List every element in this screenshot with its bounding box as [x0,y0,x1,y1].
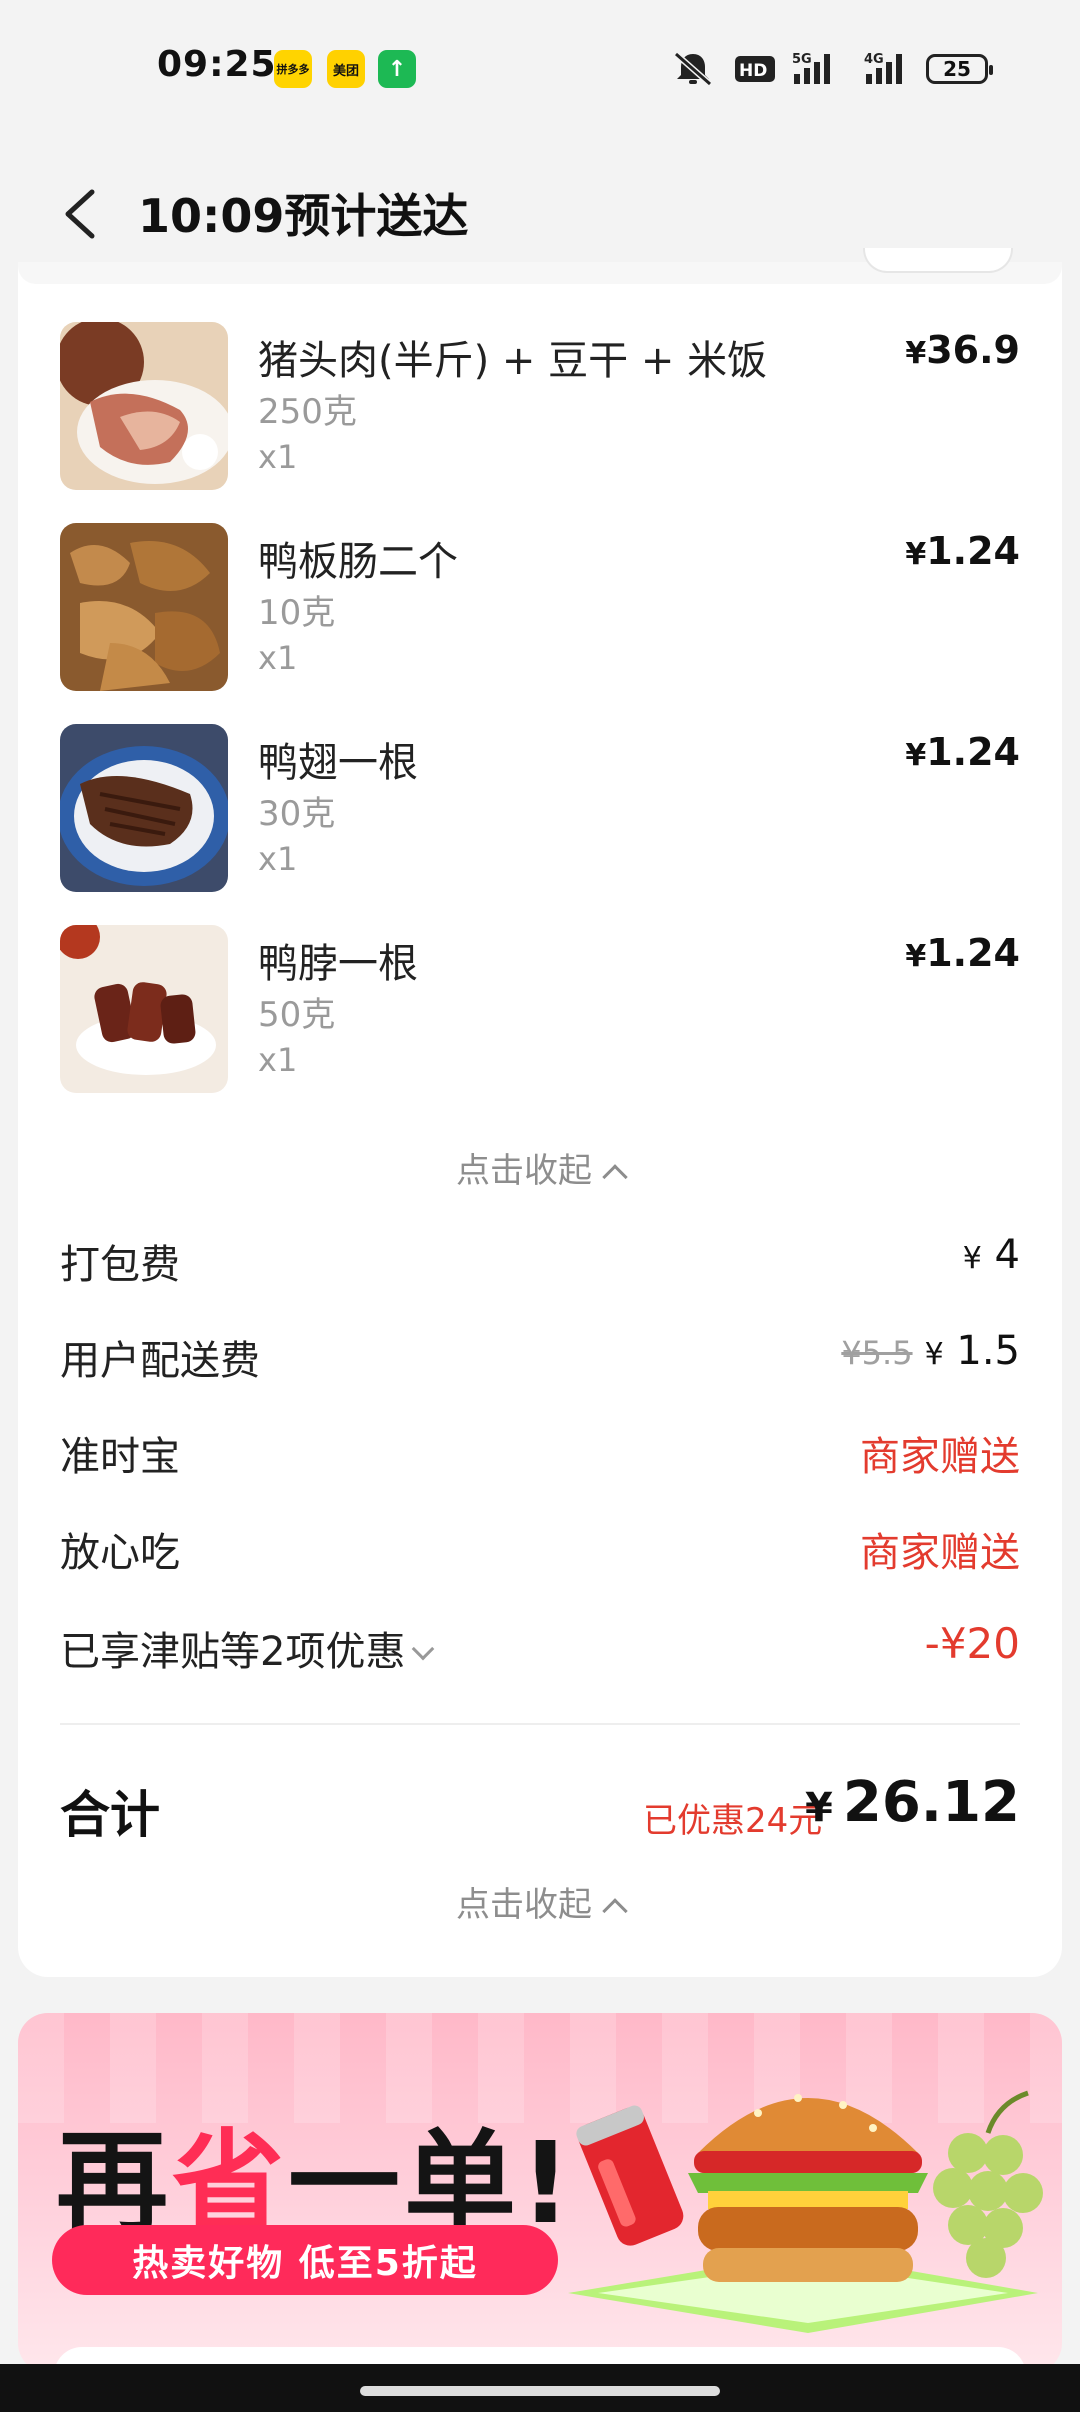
product-spec: 250克 [258,392,357,432]
order-card [18,262,1062,1977]
hd-icon: HD [735,56,775,82]
fee-value: ¥ 4 [963,1232,1020,1278]
product-image [60,925,228,1093]
back-button[interactable] [58,184,102,244]
page-header: 10:09预计送达 [0,140,1080,262]
currency-symbol: ¥ [962,1241,982,1276]
list-item[interactable]: 鸭脖一根 50克 x1 ¥1.24 [60,925,1020,1095]
svg-text:HD: HD [739,61,767,81]
currency-symbol: ¥ [905,939,927,974]
discount-label-text: 已享津贴等2项优惠 [60,1629,406,1675]
fee-value: ¥5.5 ¥ 1.5 [841,1328,1020,1374]
price-value: 1.24 [926,529,1020,573]
packing-fee-amount: 4 [994,1232,1020,1278]
svg-text:5G: 5G [792,52,812,67]
page-title: 10:09预计送达 [138,189,469,243]
product-name: 鸭脖一根 [258,941,418,987]
chevron-up-icon [602,1898,628,1924]
product-price: ¥1.24 [905,931,1020,975]
product-name: 鸭翅一根 [258,740,418,786]
fee-value: 商家赠送 [860,1434,1020,1480]
product-spec: 30克 [258,794,336,834]
discount-label[interactable]: 已享津贴等2项优惠 [60,1619,435,1677]
product-spec: 10克 [258,593,336,633]
hidden-button-edge [863,248,1013,273]
system-nav-bar [0,2364,1080,2412]
divider [60,1723,1020,1725]
total-label: 合计 [60,1786,160,1844]
chevron-up-icon [602,1164,628,1190]
delivery-fee-amount: 1.5 [956,1328,1020,1374]
list-item[interactable]: 鸭板肠二个 10克 x1 ¥1.24 [60,523,1020,693]
product-spec: 50克 [258,995,336,1035]
collapse-label: 点击收起 [456,1885,592,1925]
saved-amount: 已优惠24元 [643,1801,823,1841]
fee-label: 放心吃 [60,1530,180,1576]
collapse-label: 点击收起 [456,1151,592,1191]
list-item[interactable]: 猪头肉(半斤) + 豆干 + 米饭 250克 x1 ¥36.9 [60,322,1020,492]
collapse-items-button[interactable]: 点击收起 [0,1143,1080,1192]
delivery-fee-row: 用户配送费 ¥5.5 ¥ 1.5 [60,1328,1020,1388]
product-price: ¥1.24 [905,529,1020,573]
meituan-app-icon: 美团 [327,50,365,88]
currency-symbol: ¥ [924,1337,944,1372]
currency-symbol: ¥ [905,336,927,371]
5g-signal-icon: 5G [792,52,830,84]
packing-fee-row: 打包费 ¥ 4 [60,1232,1020,1292]
burger-illustration [568,2090,1043,2333]
product-name: 鸭板肠二个 [258,539,458,585]
home-gesture-handle[interactable] [360,2386,720,2396]
price-value: 1.24 [926,931,1020,975]
product-image [60,724,228,892]
status-bar: 09:25 拼多多 美团 ↑ HD 5G 4G 25 [0,0,1080,140]
pinduoduo-app-icon: 拼多多 [274,50,312,88]
collapse-details-button[interactable]: 点击收起 [0,1877,1080,1926]
ontime-row: 准时宝 商家赠送 [60,1424,1020,1484]
product-image [60,523,228,691]
discount-value: -¥20 [924,1619,1020,1668]
currency-symbol: ¥ [905,537,927,572]
discount-row[interactable]: 已享津贴等2项优惠 -¥20 [60,1619,1020,1679]
fee-value: 商家赠送 [860,1530,1020,1576]
currency-symbol: ¥ [905,738,927,773]
mute-icon [674,51,712,86]
chevron-down-icon [412,1637,435,1661]
product-price: ¥1.24 [905,730,1020,774]
promo-banner[interactable]: 再省一单! 热卖好物 低至5折起 [18,2013,1062,2373]
product-quantity: x1 [258,840,298,878]
original-delivery-fee: ¥5.5 [841,1334,913,1372]
4g-signal-icon: 4G [864,52,902,84]
banner-subtitle: 热卖好物 低至5折起 [52,2225,558,2295]
battery-icon: 25 [926,54,993,84]
fee-label: 准时宝 [60,1434,180,1480]
svg-text:4G: 4G [864,52,884,67]
product-image [60,322,228,490]
price-value: 36.9 [926,328,1020,372]
total-value: ¥26.12 [805,1770,1020,1835]
list-item[interactable]: 鸭翅一根 30克 x1 ¥1.24 [60,724,1020,894]
product-quantity: x1 [258,639,298,677]
food-safety-row: 放心吃 商家赠送 [60,1520,1020,1580]
upload-app-icon: ↑ [378,50,416,88]
total-amount: 26.12 [842,1770,1020,1835]
product-name: 猪头肉(半斤) + 豆干 + 米饭 [258,338,768,384]
price-value: 1.24 [926,730,1020,774]
product-quantity: x1 [258,438,298,476]
status-time: 09:25 [157,44,277,85]
currency-symbol: ¥ [805,1785,833,1831]
product-price: ¥36.9 [905,328,1020,372]
product-quantity: x1 [258,1041,298,1079]
fee-label: 用户配送费 [60,1338,260,1384]
fee-label: 打包费 [60,1242,180,1288]
